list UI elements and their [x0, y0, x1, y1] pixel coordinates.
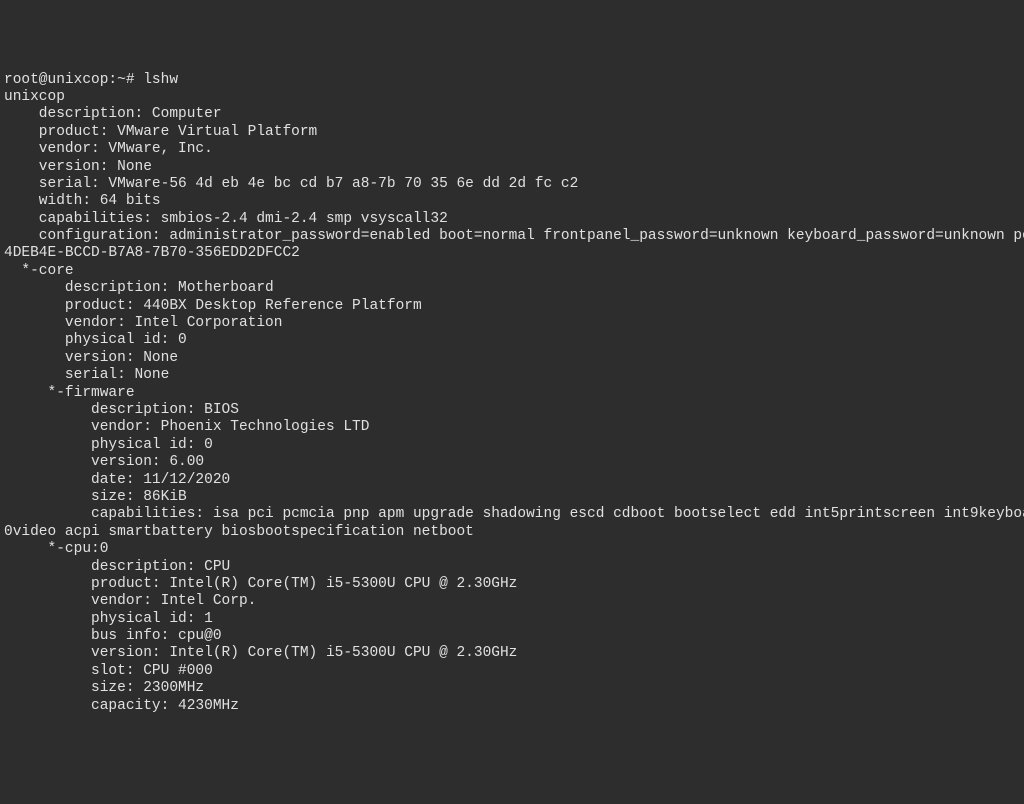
output-line: capabilities: smbios-2.4 dmi-2.4 smp vsy… — [4, 211, 448, 227]
output-line: version: Intel(R) Core(TM) i5-5300U CPU … — [4, 645, 517, 661]
output-line: 0video acpi smartbattery biosbootspecifi… — [4, 524, 474, 540]
output-line: description: CPU — [4, 559, 230, 575]
output-line: *-cpu:0 — [4, 541, 108, 557]
output-line: vendor: Intel Corporation — [4, 315, 282, 331]
output-line: serial: VMware-56 4d eb 4e bc cd b7 a8-7… — [4, 176, 578, 192]
output-line: product: VMware Virtual Platform — [4, 124, 317, 140]
output-line: serial: None — [4, 367, 169, 383]
output-line: slot: CPU #000 — [4, 663, 213, 679]
output-line: capabilities: isa pci pcmcia pnp apm upg… — [4, 506, 1024, 522]
output-line: vendor: VMware, Inc. — [4, 141, 213, 157]
output-line: *-firmware — [4, 385, 135, 401]
output-line: bus info: cpu@0 — [4, 628, 222, 644]
output-line: capacity: 4230MHz — [4, 698, 239, 714]
output-line: vendor: Phoenix Technologies LTD — [4, 419, 369, 435]
output-line: size: 86KiB — [4, 489, 187, 505]
output-line: vendor: Intel Corp. — [4, 593, 256, 609]
terminal-output[interactable]: root@unixcop:~# lshw unixcop description… — [0, 70, 1024, 717]
output-line: size: 2300MHz — [4, 680, 204, 696]
prompt-line: root@unixcop:~# lshw — [4, 72, 178, 88]
output-line: description: Motherboard — [4, 280, 274, 296]
output-line: description: BIOS — [4, 402, 239, 418]
output-line: date: 11/12/2020 — [4, 472, 230, 488]
output-line: physical id: 0 — [4, 332, 187, 348]
output-line: product: Intel(R) Core(TM) i5-5300U CPU … — [4, 576, 517, 592]
output-line: physical id: 1 — [4, 611, 213, 627]
output-line: configuration: administrator_password=en… — [4, 228, 1024, 244]
shell-prompt: root@unixcop:~# — [4, 72, 143, 88]
output-line: product: 440BX Desktop Reference Platfor… — [4, 298, 422, 314]
output-line: description: Computer — [4, 106, 222, 122]
output-line: unixcop — [4, 89, 65, 105]
output-line: width: 64 bits — [4, 193, 161, 209]
output-line: *-core — [4, 263, 74, 279]
output-line: version: None — [4, 350, 178, 366]
output-line: 4DEB4E-BCCD-B7A8-7B70-356EDD2DFCC2 — [4, 245, 300, 261]
output-line: physical id: 0 — [4, 437, 213, 453]
output-line: version: 6.00 — [4, 454, 204, 470]
output-line: version: None — [4, 159, 152, 175]
command-text: lshw — [143, 72, 178, 88]
